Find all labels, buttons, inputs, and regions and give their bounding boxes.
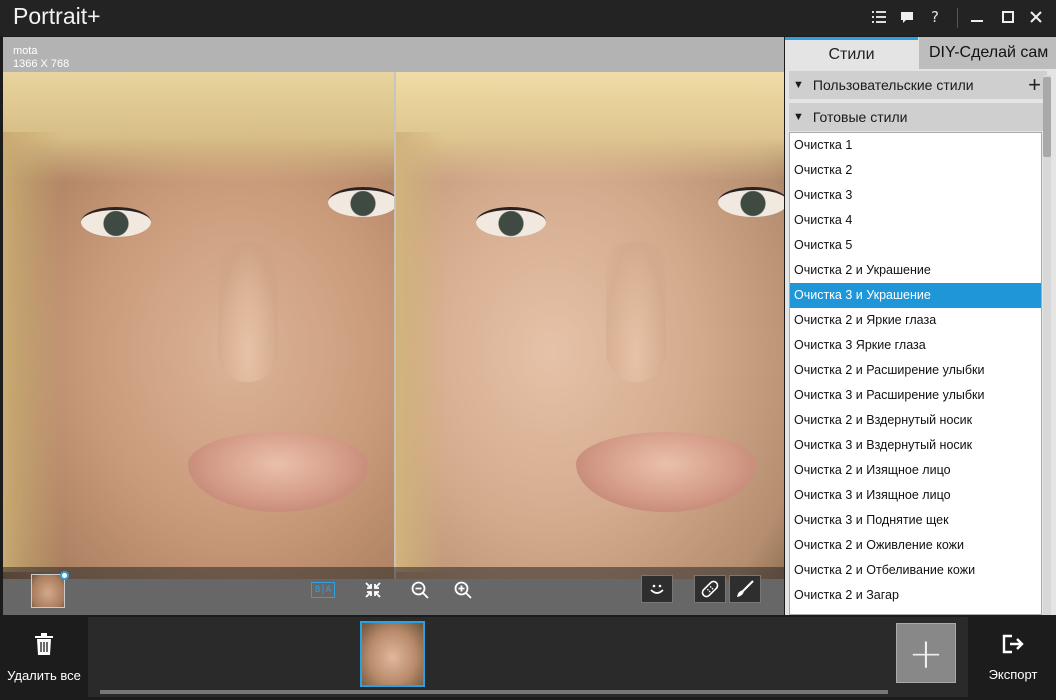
app-title: Portrait+	[13, 3, 101, 29]
custom-styles-label: Пользовательские стили	[812, 77, 974, 93]
tab-styles[interactable]: Стили	[785, 37, 918, 69]
tab-diy[interactable]: DIY-Сделай сам	[919, 37, 1056, 69]
style-list[interactable]: Очистка 1 Очистка 2 Очистка 3 Очистка 4 …	[789, 132, 1042, 615]
image-name: mota	[13, 45, 38, 57]
style-item[interactable]: Очистка 3	[790, 183, 1041, 208]
list-icon[interactable]	[868, 6, 890, 28]
brush-icon[interactable]	[729, 575, 761, 603]
face-smile-icon[interactable]	[641, 575, 673, 603]
panel-scrollbar[interactable]	[1043, 75, 1051, 615]
left-eye	[476, 207, 546, 237]
style-item[interactable]: Очистка 3 и Изящное лицо	[790, 483, 1041, 508]
export-label: Экспорт	[988, 667, 1038, 682]
ready-styles-label: Готовые стили	[812, 109, 908, 125]
titlebar-divider	[957, 8, 958, 28]
trash-icon	[35, 632, 53, 662]
nose	[606, 242, 666, 382]
before-after-button[interactable]: B|A	[309, 577, 337, 603]
style-item[interactable]: Очистка 2	[790, 158, 1041, 183]
lips	[576, 432, 756, 512]
before-after-icon: B|A	[311, 582, 335, 598]
style-item[interactable]: Очистка 4	[790, 208, 1041, 233]
right-eye	[328, 187, 394, 217]
help-button[interactable]: ?	[924, 6, 946, 28]
style-item[interactable]: Очистка 3 и Вздернутый носик	[790, 433, 1041, 458]
nose	[218, 242, 278, 382]
photo-before	[3, 72, 394, 579]
close-icon[interactable]	[1025, 6, 1047, 28]
style-item[interactable]: Очистка 2 и Отбеливание кожи	[790, 558, 1041, 583]
style-item-selected[interactable]: Очистка 3 и Украшение	[790, 283, 1041, 308]
photo-after	[396, 72, 784, 579]
ready-styles-header[interactable]: ▼ Готовые стили	[789, 103, 1047, 131]
face-detect-indicator	[60, 571, 69, 580]
filmstrip[interactable]: +	[88, 617, 968, 697]
add-photo-button[interactable]: +	[896, 623, 956, 683]
image-viewer[interactable]: mota 1366 X 768 B|A	[3, 37, 784, 615]
style-item[interactable]: Очистка 2 и Яркие глаза	[790, 308, 1041, 333]
hair	[396, 72, 784, 182]
left-eye	[81, 207, 151, 237]
style-item[interactable]: Очистка 2 и Оживление кожи	[790, 533, 1041, 558]
style-item[interactable]: Очистка 2 и Украшение	[790, 258, 1041, 283]
zoom-in-icon[interactable]	[449, 577, 477, 603]
style-item[interactable]: Очистка 2 и Загар	[790, 583, 1041, 608]
style-item[interactable]: Очистка 5	[790, 233, 1041, 258]
collapse-triangle-icon: ▼	[793, 79, 804, 91]
add-style-icon[interactable]: +	[1028, 72, 1041, 98]
export-icon	[1002, 633, 1024, 661]
fit-screen-icon[interactable]	[359, 577, 387, 603]
bandage-icon[interactable]	[694, 575, 726, 603]
style-item[interactable]: Очистка 2 и Изящное лицо	[790, 458, 1041, 483]
filmstrip-scrollbar[interactable]	[100, 690, 888, 694]
maximize-icon[interactable]	[997, 6, 1019, 28]
face-thumbnail[interactable]	[31, 574, 65, 608]
style-item[interactable]: Очистка 2 и Расширение улыбки	[790, 358, 1041, 383]
style-item[interactable]: Очистка 2 и Вздернутый носик	[790, 408, 1041, 433]
zoom-out-icon[interactable]	[406, 577, 434, 603]
scrollbar-thumb[interactable]	[1043, 77, 1051, 157]
image-info: mota 1366 X 768	[13, 45, 69, 71]
title-bar: Portrait+ ?	[0, 0, 1056, 36]
styles-panel: Стили DIY-Сделай сам ▼ Пользовательские …	[785, 37, 1056, 615]
style-item[interactable]: Очистка 3 Яркие глаза	[790, 333, 1041, 358]
style-item[interactable]: Очистка 1	[790, 133, 1041, 158]
export-button[interactable]: Экспорт	[970, 615, 1056, 700]
right-eye	[718, 187, 784, 217]
delete-all-label: Удалить все	[7, 667, 81, 683]
bottom-bar: Удалить все + Экспорт	[0, 615, 1056, 700]
image-size: 1366 X 768	[13, 58, 70, 70]
hair-side	[3, 132, 63, 572]
delete-all-button[interactable]: Удалить все	[0, 615, 88, 700]
custom-styles-header[interactable]: ▼ Пользовательские стили +	[789, 71, 1047, 99]
collapse-triangle-icon: ▼	[793, 111, 804, 123]
minimize-icon[interactable]	[966, 6, 988, 28]
style-item[interactable]: Очистка 3 и Расширение улыбки	[790, 383, 1041, 408]
hair-side	[396, 132, 446, 572]
viewer-toolbar: B|A	[3, 567, 784, 615]
style-item[interactable]: Очистка 3 и Поднятие щек	[790, 508, 1041, 533]
photo-thumbnail[interactable]	[360, 621, 425, 687]
lips	[188, 432, 368, 512]
speech-bubble-icon[interactable]	[896, 6, 918, 28]
